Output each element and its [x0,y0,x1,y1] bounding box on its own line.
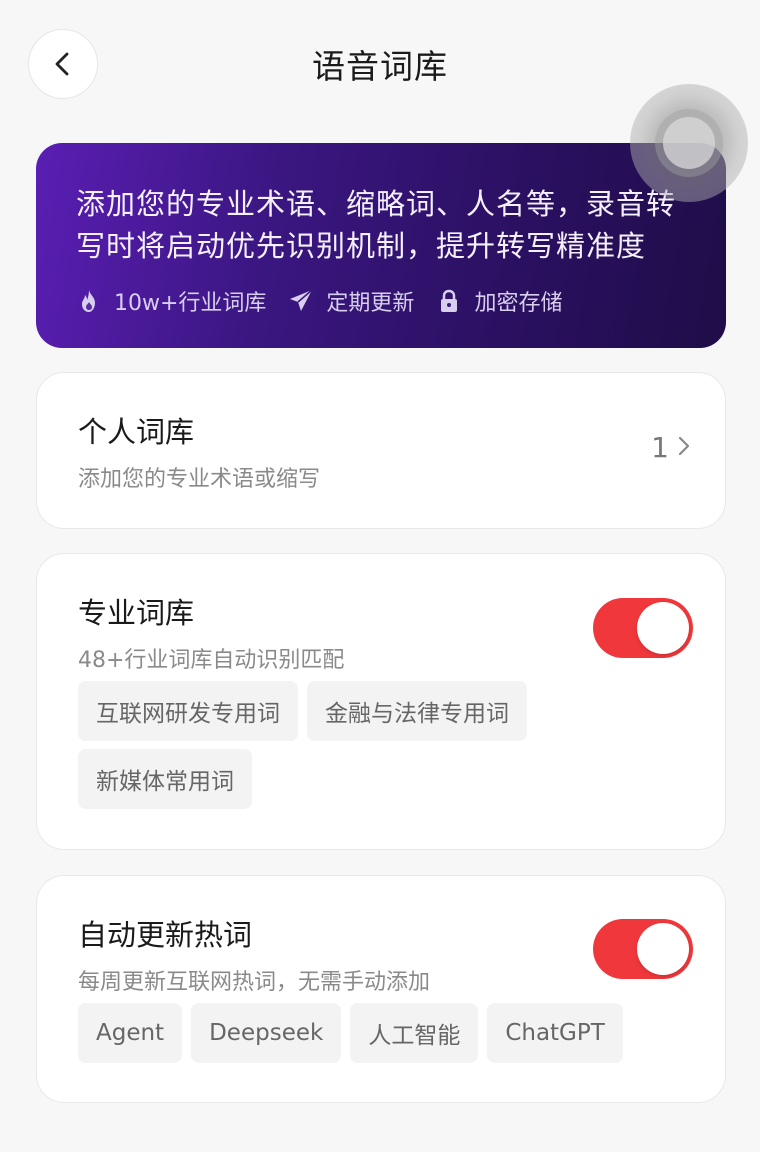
page-title: 语音词库 [312,47,448,86]
toggle-knob [637,923,689,975]
feature-regular-update: 定期更新 [288,285,414,317]
info-banner: 添加您的专业术语、缩略词、人名等，录音转 写时将启动优先识别机制，提升转写精准度… [36,143,726,348]
feature-label: 加密存储 [474,291,563,316]
personal-lexicon-subtitle: 添加您的专业术语或缩写 [78,467,321,492]
lexicon-chip[interactable]: 互联网研发专用词 [78,681,298,741]
professional-lexicon-title: 专业词库 [78,596,195,630]
toggle-knob [637,602,689,654]
professional-lexicon-card: 专业词库 48+行业词库自动识别匹配 互联网研发专用词 金融与法律专用词 新媒体… [36,553,726,850]
banner-line-2: 写时将启动优先识别机制，提升转写精准度 [76,229,647,263]
hotword-chip: 人工智能 [350,1003,479,1063]
personal-lexicon-card[interactable]: 个人词库 添加您的专业术语或缩写 1 [36,372,726,529]
hotword-chip: ChatGPT [487,1003,623,1063]
professional-lexicon-chips: 互联网研发专用词 金融与法律专用词 新媒体常用词 [78,681,685,817]
hotwords-chips: Agent Deepseek 人工智能 ChatGPT [78,1003,685,1071]
banner-description: 添加您的专业术语、缩略词、人名等，录音转 写时将启动优先识别机制，提升转写精准度 [76,183,686,267]
floating-assistive-ball[interactable] [630,84,748,202]
chevron-right-icon [678,436,690,456]
banner-line-1: 添加您的专业术语、缩略词、人名等，录音转 [76,187,677,221]
professional-lexicon-subtitle: 48+行业词库自动识别匹配 [78,648,345,673]
feature-encrypted-storage: 加密存储 [436,285,562,317]
hotword-chip: Deepseek [191,1003,342,1063]
floating-ball-core [663,117,715,169]
feature-label: 10w+行业词库 [114,291,267,316]
paper-plane-icon [290,289,313,311]
lock-icon [441,289,458,312]
hotwords-card: 自动更新热词 每周更新互联网热词，无需手动添加 Agent Deepseek 人… [36,875,726,1103]
feature-industry-lexicon: 10w+行业词库 [76,285,266,317]
lexicon-chip[interactable]: 新媒体常用词 [78,749,252,809]
professional-lexicon-toggle[interactable] [593,598,693,658]
hotwords-toggle[interactable] [593,919,693,979]
personal-lexicon-count: 1 [651,431,669,464]
banner-features: 10w+行业词库 定期更新 加密存储 [76,285,584,317]
hotwords-title: 自动更新热词 [78,918,253,952]
personal-lexicon-title: 个人词库 [78,415,195,449]
lexicon-chip[interactable]: 金融与法律专用词 [307,681,527,741]
flame-icon [82,290,95,312]
hotword-chip: Agent [78,1003,183,1063]
feature-label: 定期更新 [326,291,415,316]
hotwords-subtitle: 每周更新互联网热词，无需手动添加 [78,970,431,995]
